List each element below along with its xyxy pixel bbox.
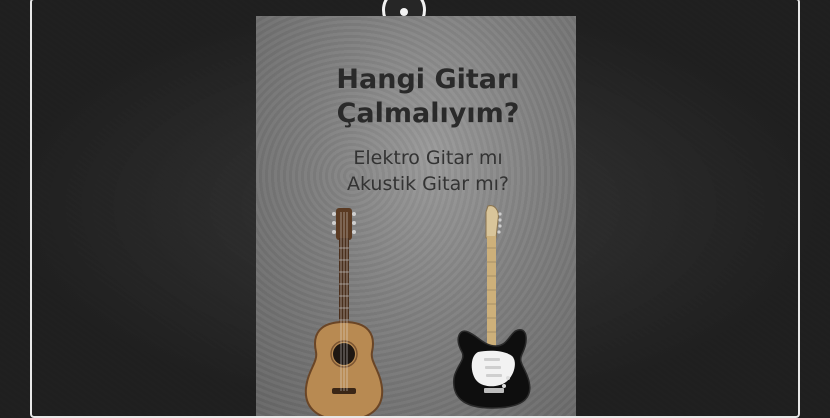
guitars-illustration xyxy=(304,205,531,416)
acoustic-guitar-icon xyxy=(304,208,384,416)
electric-guitar-icon xyxy=(453,205,531,409)
record-dot xyxy=(400,8,408,16)
poster: Hangi Gitarı Çalmalıyım? Elektro Gitar m… xyxy=(256,16,576,416)
